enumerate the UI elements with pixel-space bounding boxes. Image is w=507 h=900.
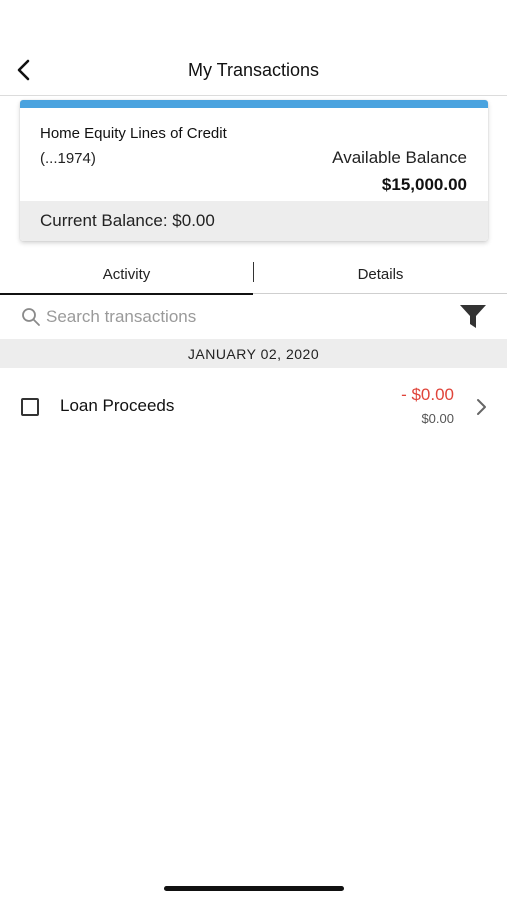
account-card-accent-bar — [20, 100, 488, 108]
tab-details-label: Details — [357, 265, 404, 283]
page-title: My Transactions — [187, 60, 320, 80]
navigation-bar: My Transactions — [0, 46, 507, 96]
home-indicator — [164, 886, 344, 891]
tab-bar: Activity Details — [0, 254, 507, 295]
transaction-checkbox[interactable] — [21, 398, 39, 416]
current-balance-text: Current Balance: $0.00 — [40, 211, 215, 230]
transaction-running-balance: $0.00 — [421, 411, 454, 426]
transaction-date-header: JANUARY 02, 2020 — [0, 339, 507, 368]
search-bar — [0, 296, 507, 338]
filter-icon — [460, 305, 486, 328]
account-number: (...1974) — [40, 150, 96, 167]
transaction-description: Loan Proceeds — [60, 396, 175, 415]
transaction-row[interactable]: Loan Proceeds - $0.00 $0.00 — [0, 370, 507, 440]
active-tab-indicator — [0, 293, 253, 295]
tab-activity-label: Activity — [102, 265, 151, 283]
tab-activity[interactable]: Activity — [0, 254, 253, 295]
available-balance-amount: $15,000.00 — [381, 175, 467, 194]
account-card[interactable]: Home Equity Lines of Credit (...1974) Av… — [20, 100, 488, 241]
available-balance-label: Available Balance — [332, 148, 467, 167]
filter-button[interactable] — [459, 304, 487, 330]
tab-details[interactable]: Details — [254, 254, 507, 294]
current-balance-bar: Current Balance: $0.00 — [20, 201, 488, 241]
account-name: Home Equity Lines of Credit — [40, 125, 227, 142]
search-input[interactable] — [46, 302, 426, 332]
search-icon — [22, 308, 40, 326]
transaction-amount: - $0.00 — [401, 385, 454, 404]
date-header-label: JANUARY 02, 2020 — [187, 345, 320, 362]
chevron-right-icon — [477, 399, 486, 415]
